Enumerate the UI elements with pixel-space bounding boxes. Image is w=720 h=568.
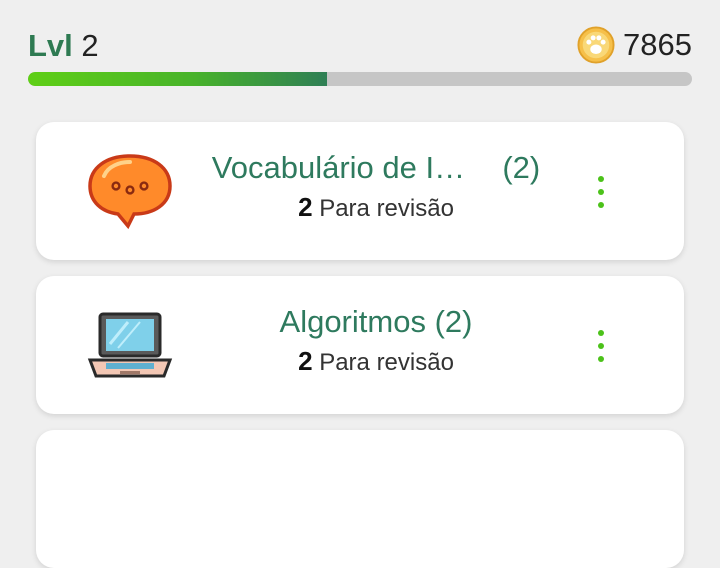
review-count: 2 — [298, 192, 313, 222]
review-label: Para revisão — [319, 349, 454, 376]
review-label: Para revisão — [319, 195, 454, 222]
xp-progress-fill — [28, 72, 327, 86]
laptop-icon — [87, 312, 173, 378]
deck-title: Vocabulário de I… — [211, 150, 466, 185]
deck-title: Algoritmos — [279, 304, 426, 339]
more-options-icon[interactable] — [596, 176, 606, 208]
deck-card[interactable] — [36, 430, 684, 568]
xp-progress-bar — [28, 72, 692, 86]
coin-balance[interactable]: 7865 — [577, 26, 692, 64]
level-indicator: Lvl 2 — [28, 28, 99, 64]
deck-card[interactable]: Vocabulário de I… (2) 2 Para revisão — [36, 122, 684, 260]
speech-bubble-icon — [88, 154, 172, 230]
top-bar: Lvl 2 7865 — [0, 0, 720, 100]
paw-coin-icon — [577, 26, 615, 64]
level-value: 2 — [81, 28, 99, 63]
deck-count: (2) — [434, 304, 473, 339]
coin-count: 7865 — [623, 27, 692, 62]
level-label: Lvl — [28, 28, 73, 63]
review-summary: 2 Para revisão — [186, 344, 566, 380]
deck-card[interactable]: Algoritmos (2) 2 Para revisão — [36, 276, 684, 414]
review-summary: 2 Para revisão — [186, 190, 566, 226]
deck-count: (2) — [502, 150, 541, 185]
more-options-icon[interactable] — [596, 330, 606, 362]
review-count: 2 — [298, 346, 313, 376]
